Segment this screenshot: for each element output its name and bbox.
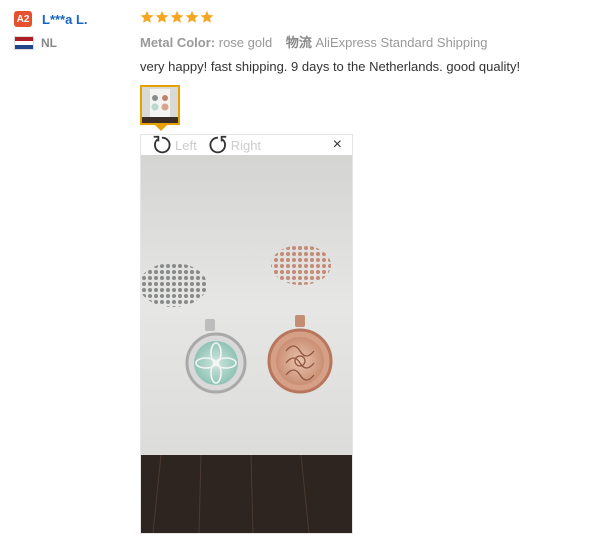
- close-viewer-button[interactable]: ×: [333, 137, 342, 153]
- star-rating: [140, 8, 610, 26]
- star-icon: [140, 10, 154, 23]
- attribute-value: rose gold: [218, 35, 273, 50]
- rotate-right-button[interactable]: Right: [207, 134, 261, 156]
- rotate-left-button[interactable]: Left: [151, 134, 197, 156]
- shipping-value: AliExpress Standard Shipping: [315, 35, 488, 50]
- star-icon: [170, 10, 184, 23]
- review-photo: [141, 155, 352, 533]
- review-body: Metal Color: rose gold 物流 AliExpress Sta…: [140, 8, 610, 534]
- shipping-label: 物流: [285, 35, 312, 50]
- rotate-right-icon: [209, 135, 226, 154]
- buyer-info: A2 L***a L. NL: [14, 10, 134, 50]
- rotate-left-label: Left: [175, 137, 197, 153]
- feedback-text: very happy! fast shipping. 9 days to the…: [140, 59, 521, 74]
- viewer-toolbar: Left Right ×: [141, 135, 352, 155]
- buyer-level-badge: A2: [14, 11, 32, 27]
- buyer-name-link[interactable]: L***a L.: [42, 12, 88, 27]
- star-icon: [155, 10, 169, 23]
- buyer-country-code: NL: [41, 36, 57, 50]
- buyer-country-row: NL: [14, 36, 134, 50]
- rotate-left-icon: [153, 135, 171, 154]
- necklace-photo-image: [141, 155, 352, 533]
- rotate-right-label: Right: [230, 137, 262, 153]
- attribute-label: Metal Color:: [140, 35, 216, 50]
- netherlands-flag-icon: [14, 36, 34, 50]
- star-icon: [185, 10, 199, 23]
- review-photo-thumbnail[interactable]: [140, 85, 180, 125]
- star-icon: [200, 10, 214, 23]
- photo-viewer: Left Right ×: [140, 134, 353, 534]
- thumbnail-caret: [155, 125, 167, 131]
- thumbnail-image: [142, 87, 178, 123]
- review-attributes: Metal Color: rose gold 物流 AliExpress Sta…: [140, 32, 610, 51]
- buyer-name-row: A2 L***a L.: [14, 10, 134, 28]
